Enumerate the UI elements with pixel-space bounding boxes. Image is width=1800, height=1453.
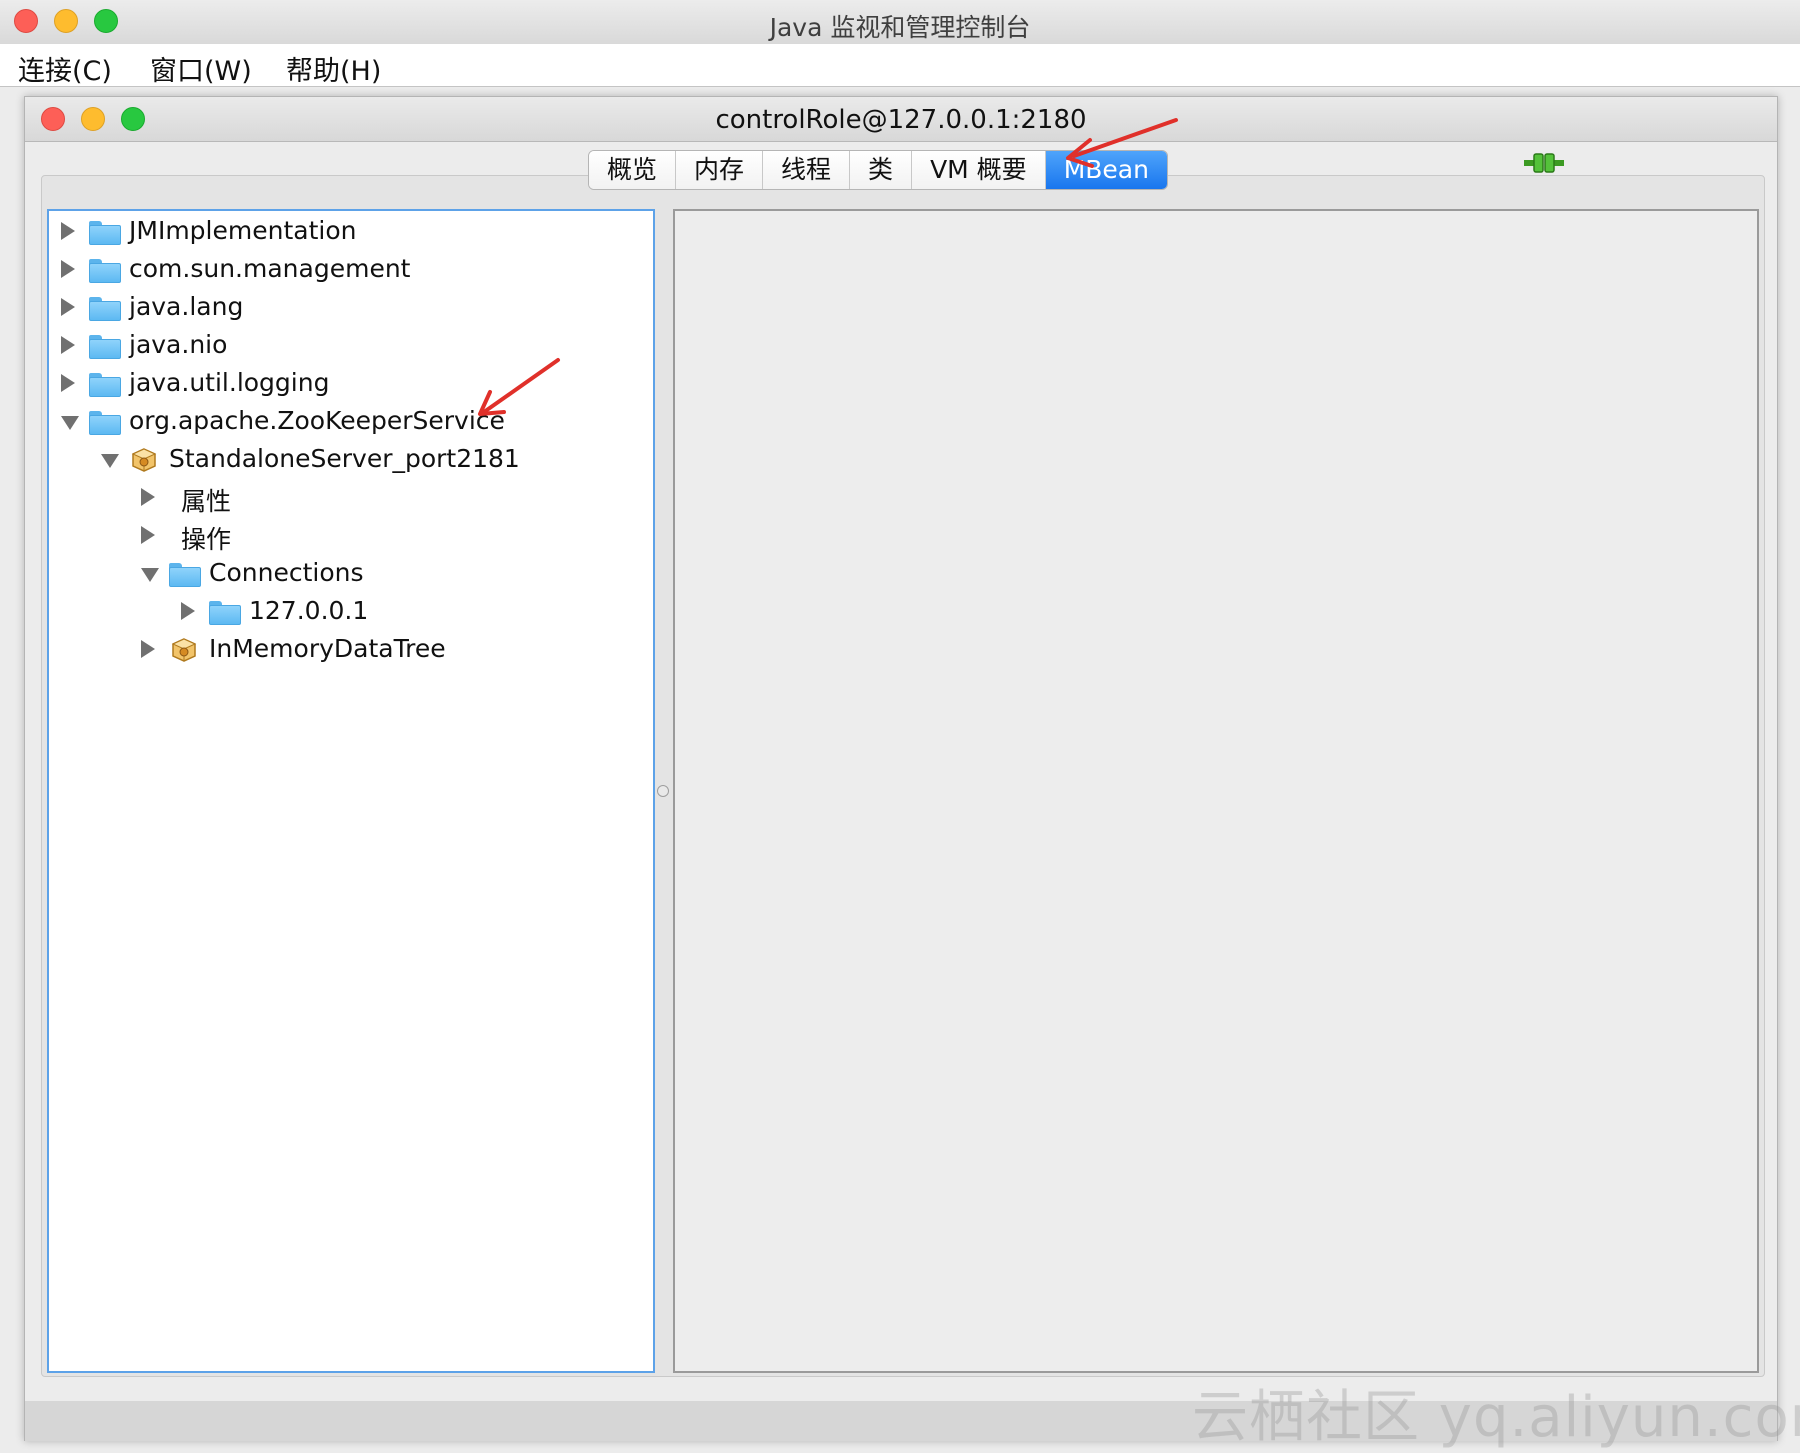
tab-overview[interactable]: 概览 <box>589 151 677 189</box>
menu-help[interactable]: 帮助(H) <box>286 49 381 88</box>
expanded-toggle-icon[interactable] <box>61 416 79 430</box>
folder-icon <box>209 601 241 625</box>
folder-icon <box>89 259 121 283</box>
tab-memory[interactable]: 内存 <box>676 151 764 189</box>
tree-node[interactable]: 操作 <box>141 519 621 555</box>
menu-window[interactable]: 窗口(W) <box>150 49 252 88</box>
collapsed-toggle-icon[interactable] <box>61 260 75 278</box>
collapsed-toggle-icon[interactable] <box>61 336 75 354</box>
tree-node[interactable]: InMemoryDataTree <box>141 633 621 669</box>
tree-node-label: 127.0.0.1 <box>249 596 369 625</box>
tree-node[interactable]: 127.0.0.1 <box>181 595 621 631</box>
expanded-toggle-icon[interactable] <box>101 454 119 468</box>
collapsed-toggle-icon[interactable] <box>141 526 155 544</box>
app-title: Java 监视和管理控制台 <box>769 13 1031 42</box>
app-titlebar: Java 监视和管理控制台 <box>0 0 1800 45</box>
collapsed-toggle-icon[interactable] <box>61 298 75 316</box>
annotation-arrow-zookeeper <box>478 358 560 416</box>
tab-threads[interactable]: 线程 <box>763 151 851 189</box>
connection-window: controlRole@127.0.0.1:2180 概览 内存 线程 类 VM… <box>24 96 1778 1441</box>
tree-node[interactable]: Connections <box>141 557 621 593</box>
tab-vm-summary[interactable]: VM 概要 <box>912 151 1046 189</box>
folder-icon <box>89 335 121 359</box>
folder-icon <box>89 221 121 245</box>
tree-node-label: JMImplementation <box>129 216 357 245</box>
tree-node[interactable]: java.lang <box>61 291 621 327</box>
folder-icon <box>89 411 121 435</box>
tree-node[interactable]: JMImplementation <box>61 215 621 251</box>
expanded-toggle-icon[interactable] <box>141 568 159 582</box>
collapsed-toggle-icon[interactable] <box>141 488 155 506</box>
collapsed-toggle-icon[interactable] <box>61 374 75 392</box>
tree-node-label: com.sun.management <box>129 254 411 283</box>
tab-classes[interactable]: 类 <box>850 151 913 189</box>
collapsed-toggle-icon[interactable] <box>141 640 155 658</box>
mbean-icon <box>171 638 197 662</box>
tree-node[interactable]: com.sun.management <box>61 253 621 289</box>
tree-node-label: java.util.logging <box>129 368 330 397</box>
tree-node-label: org.apache.ZooKeeperService <box>129 406 505 435</box>
mbean-icon <box>131 448 157 472</box>
connection-status-icon <box>1524 153 1564 173</box>
folder-icon <box>89 373 121 397</box>
menu-bar: 连接(C) 窗口(W) 帮助(H) <box>0 44 1800 87</box>
collapsed-toggle-icon[interactable] <box>181 602 195 620</box>
tree-node[interactable]: 属性 <box>141 481 621 517</box>
connection-title: controlRole@127.0.0.1:2180 <box>715 105 1087 135</box>
watermark: 云栖社区 yq.aliyun.com <box>1192 1385 1800 1450</box>
tree-node[interactable]: StandaloneServer_port2181 <box>101 443 621 479</box>
annotation-arrow-mbean <box>1066 118 1178 168</box>
tree-node-label: InMemoryDataTree <box>209 634 446 663</box>
tree-node-label: StandaloneServer_port2181 <box>169 444 520 473</box>
connection-window-titlebar: controlRole@127.0.0.1:2180 <box>25 97 1777 142</box>
tree-node-label: 操作 <box>181 525 232 554</box>
folder-icon <box>89 297 121 321</box>
mbean-detail-panel <box>673 209 1759 1373</box>
tree-node-label: java.lang <box>129 292 244 321</box>
tree-node-label: Connections <box>209 558 364 587</box>
collapsed-toggle-icon[interactable] <box>61 222 75 240</box>
folder-icon <box>169 563 201 587</box>
split-pane-divider[interactable] <box>657 785 669 797</box>
menu-connection[interactable]: 连接(C) <box>18 49 112 88</box>
tree-node-label: java.nio <box>129 330 228 359</box>
tree-node-label: 属性 <box>181 487 232 516</box>
